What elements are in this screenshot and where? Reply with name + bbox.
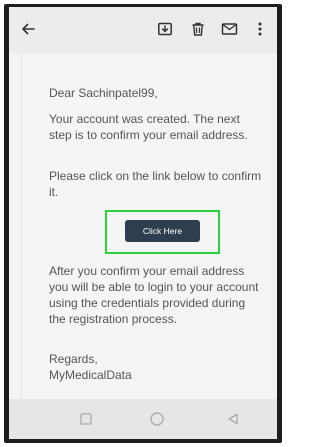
back-triangle-icon[interactable]	[224, 410, 242, 428]
click-here-button[interactable]: Click Here	[125, 220, 200, 242]
home-circle-icon[interactable]	[148, 410, 166, 428]
email-greeting: Dear Sachinpatel99,	[49, 86, 158, 100]
email-paragraph-click-link: Please click on the link below to confir…	[49, 169, 262, 199]
download-icon[interactable]	[154, 18, 176, 40]
arrow-left-icon[interactable]	[17, 18, 39, 40]
email-toolbar	[9, 7, 277, 53]
system-navigation-bar	[9, 399, 277, 439]
mail-icon[interactable]	[218, 18, 240, 40]
phone-frame: Dear Sachinpatel99, Your account was cre…	[4, 4, 282, 443]
recents-square-icon[interactable]	[77, 410, 95, 428]
delete-icon[interactable]	[187, 18, 209, 40]
email-paragraph-account-created: Your account was created. The next step …	[49, 112, 248, 142]
email-regards: Regards,	[49, 352, 98, 366]
email-signature: MyMedicalData	[49, 368, 132, 382]
screen: Dear Sachinpatel99, Your account was cre…	[9, 7, 277, 439]
email-paragraph-after-confirm: After you confirm your email address you…	[49, 264, 259, 326]
more-vert-icon[interactable]	[253, 18, 267, 40]
